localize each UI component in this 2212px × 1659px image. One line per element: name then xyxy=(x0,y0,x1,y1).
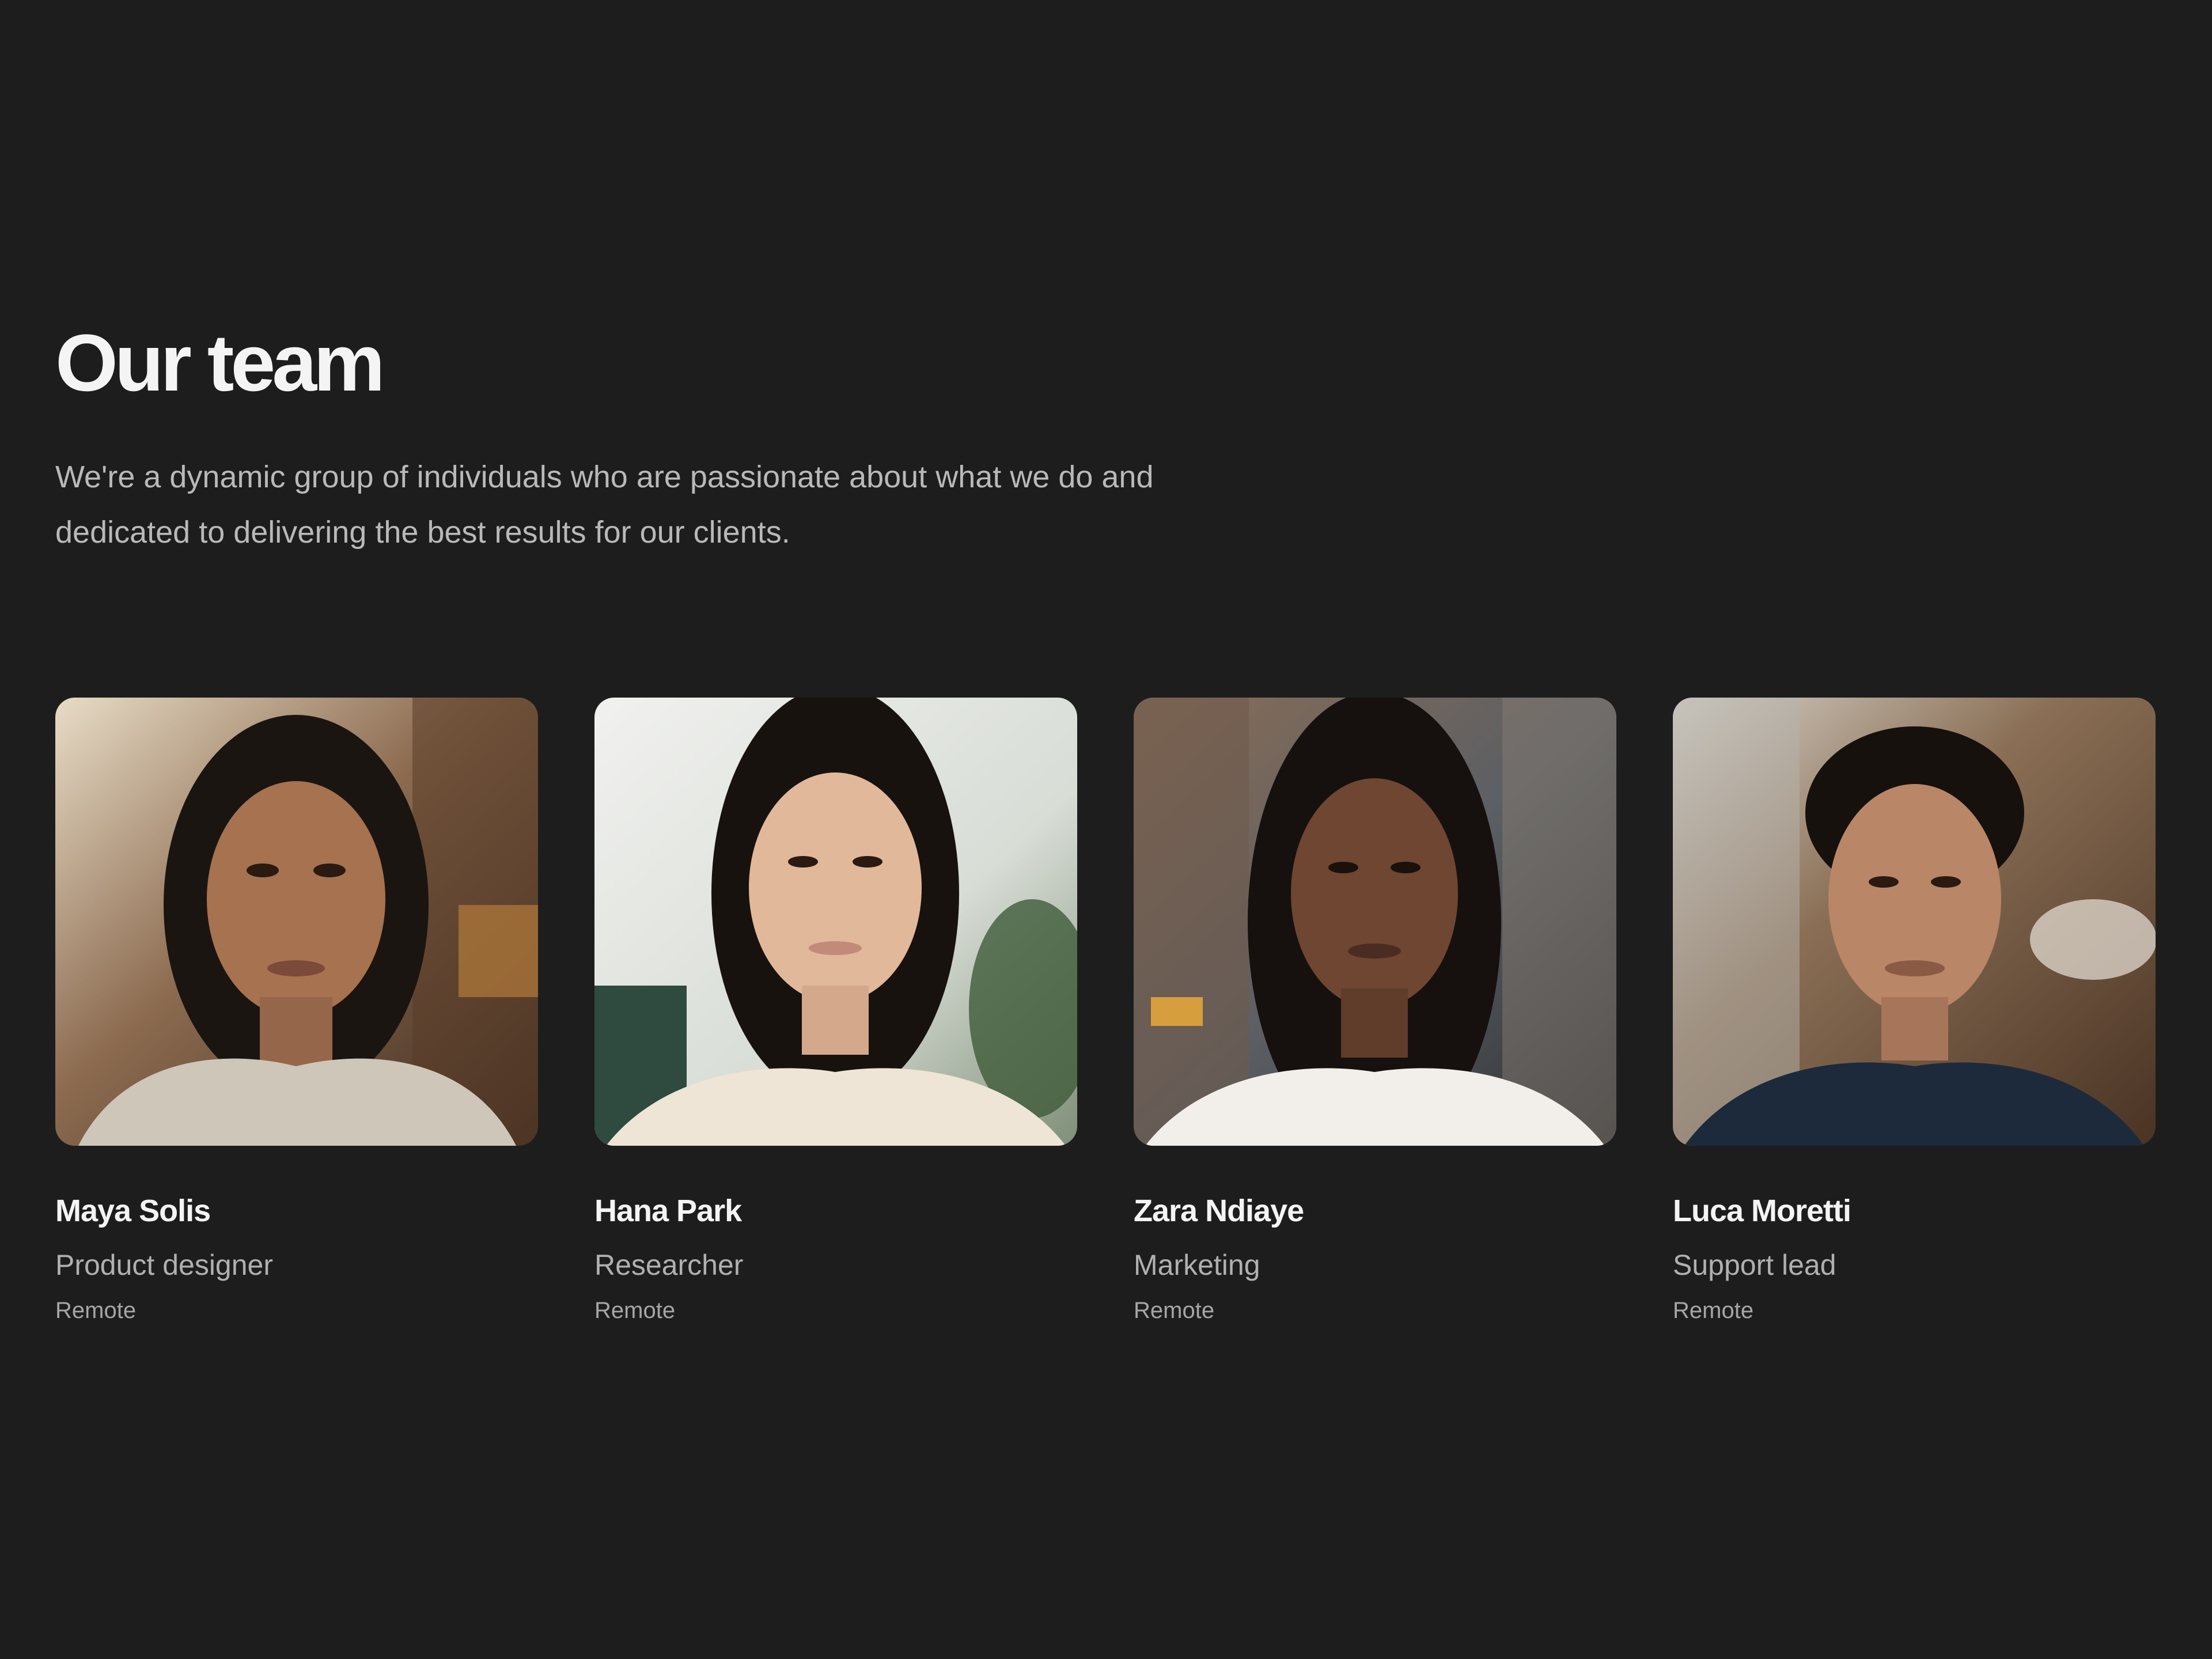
team-member-photo xyxy=(1134,698,1616,1146)
team-member-location: Remote xyxy=(594,1298,676,1323)
portrait-photo-image xyxy=(1134,698,1616,1146)
team-member-card: Maya Solis Product designer Remote xyxy=(55,698,538,1322)
team-intro: We're a dynamic group of individuals who… xyxy=(55,460,1154,550)
team-member-location: Remote xyxy=(1673,1298,1754,1323)
team-member-role: Product designer xyxy=(55,1249,274,1281)
portrait-photo-image xyxy=(55,698,538,1146)
team-member-role: Support lead xyxy=(1673,1249,1836,1281)
team-member-role: Researcher xyxy=(594,1249,744,1281)
team-page: { "page": { "title": "Our team", "intro"… xyxy=(0,0,2212,1659)
team-member-photo xyxy=(55,698,538,1146)
team-member-role: Marketing xyxy=(1134,1249,1260,1281)
team-member-location: Remote xyxy=(55,1298,137,1323)
team-member-photo xyxy=(594,698,1077,1146)
team-member-name: Hana Park xyxy=(594,1194,742,1228)
team-member-photo xyxy=(1673,698,2156,1146)
team-member-name: Zara Ndiaye xyxy=(1134,1194,1304,1228)
team-section: Our team We're a dynamic group of indivi… xyxy=(55,317,2157,1322)
team-member-location: Remote xyxy=(1134,1298,1215,1323)
team-member-card: Zara Ndiaye Marketing Remote xyxy=(1134,698,1616,1322)
page-title: Our team xyxy=(55,317,385,408)
portrait-photo-image xyxy=(594,698,1077,1146)
team-member-card: Hana Park Researcher Remote xyxy=(594,698,1077,1322)
team-grid: Maya Solis Product designer Remote Hana … xyxy=(55,698,2156,1322)
team-member-name: Luca Moretti xyxy=(1673,1194,1851,1228)
team-member-card: Luca Moretti Support lead Remote xyxy=(1673,698,2156,1322)
portrait-photo-image xyxy=(1673,698,2156,1146)
team-member-name: Maya Solis xyxy=(55,1194,211,1228)
